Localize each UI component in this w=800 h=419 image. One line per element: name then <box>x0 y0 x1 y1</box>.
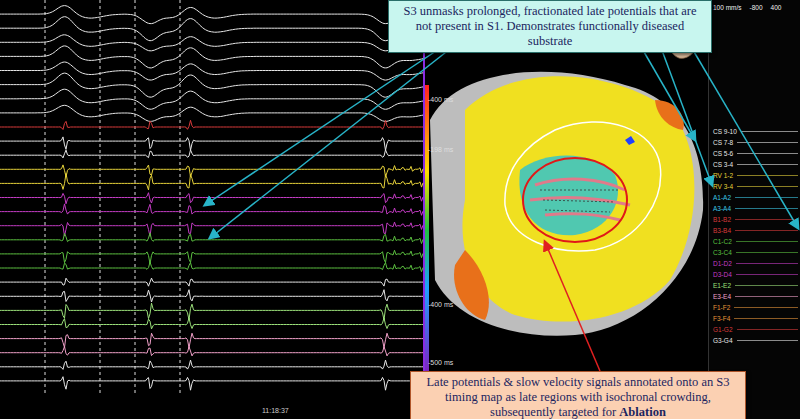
channel-label: D1-D2 <box>713 258 732 269</box>
channel-item: A1-A2 <box>713 192 798 203</box>
trace <box>0 6 423 24</box>
channel-label: CS 3-4 <box>713 159 733 170</box>
header-value: 400 <box>771 4 782 12</box>
callout-text: S3 unmasks prolonged, fractionated late … <box>404 4 697 48</box>
channel-label: E3-E4 <box>713 291 731 302</box>
trace <box>0 318 423 329</box>
trace <box>0 250 423 264</box>
channel-item: C1-C2 <box>713 236 798 247</box>
trace <box>0 222 423 236</box>
channel-item: D1-D2 <box>713 258 798 269</box>
trace <box>0 89 423 109</box>
trace <box>0 360 423 369</box>
channel-label: B3-B4 <box>713 225 731 236</box>
scale-label: -400 ms <box>428 95 453 106</box>
callout: Late potentials & slow velocity signals … <box>410 371 746 419</box>
scale-label: -198 ms <box>428 145 453 156</box>
channel-label: B1-B2 <box>713 214 731 225</box>
channel-label: CS 7-8 <box>713 137 733 148</box>
trace <box>0 137 423 150</box>
channel-item: CS 9-10 <box>713 126 798 137</box>
figure: 11:18:37 -400 ms -198 ms -400 ms -500 ms 10… <box>0 0 800 419</box>
channel-label: RV 3-4 <box>713 181 733 192</box>
channel-label: CS 9-10 <box>713 126 737 137</box>
header-value: 100 mm/s <box>713 4 742 12</box>
channel-label: E1-E2 <box>713 280 731 291</box>
trace <box>0 120 423 129</box>
channel-item: F3-F4 <box>713 313 798 324</box>
header-value: -800 <box>750 4 763 12</box>
channel-item: B3-B4 <box>713 225 798 236</box>
trace <box>0 333 423 348</box>
electrogram-traces <box>0 0 425 419</box>
channel-item: E1-E2 <box>713 280 798 291</box>
channel-item: C3-C4 <box>713 247 798 258</box>
channel-item: CS 5-6 <box>713 148 798 159</box>
channel-label: RV 1-2 <box>713 170 733 181</box>
channel-item: E3-E4 <box>713 291 798 302</box>
trace <box>0 105 423 121</box>
callout: S3 unmasks prolonged, fractionated late … <box>388 0 712 53</box>
time-label: 11:18:37 <box>262 406 289 417</box>
channel-item: RV 3-4 <box>713 181 798 192</box>
callout-text: Late potentials & slow velocity signals … <box>426 375 729 419</box>
scale-label: -400 ms <box>428 300 453 311</box>
trace <box>0 204 423 215</box>
trace <box>0 303 423 320</box>
channel-item: D3-D4 <box>713 269 798 280</box>
channel-item: G1-G2 <box>713 324 798 335</box>
trace <box>0 17 423 41</box>
trace <box>0 193 423 204</box>
channel-label: F3-F4 <box>713 313 730 324</box>
channel-item: CS 7-8 <box>713 137 798 148</box>
trace <box>0 347 423 356</box>
trace <box>0 62 423 80</box>
trace <box>0 165 423 177</box>
electrogram-panel: 11:18:37 <box>0 0 425 419</box>
map-canvas <box>425 0 708 419</box>
channel-label: F1-F2 <box>713 302 730 313</box>
channel-label: A3-A4 <box>713 203 731 214</box>
channel-item: G3-G4 <box>713 335 798 346</box>
channel-item: B1-B2 <box>713 214 798 225</box>
trace <box>0 278 423 286</box>
trace <box>0 290 423 302</box>
trace <box>0 73 423 97</box>
channel-label: G1-G2 <box>713 324 733 335</box>
channel-item: RV 1-2 <box>713 170 798 181</box>
channel-label: D3-D4 <box>713 269 732 280</box>
channel-label: A1-A2 <box>713 192 731 203</box>
trace <box>0 262 423 272</box>
activation-map: -400 ms -198 ms -400 ms -500 ms <box>425 0 708 419</box>
callout-arrows <box>0 0 800 419</box>
trace <box>0 174 423 190</box>
channel-item: F1-F2 <box>713 302 798 313</box>
channel-label: G3-G4 <box>713 335 733 346</box>
channel-list: 100 mm/s -800 400 CS 9-10CS 7-8CS 5-6CS 3-4… <box>708 0 800 419</box>
trace <box>0 46 423 68</box>
channel-item: CS 3-4 <box>713 159 798 170</box>
trace <box>0 35 423 51</box>
channel-header: 100 mm/s -800 400 <box>713 4 798 12</box>
channel-item: A3-A4 <box>713 203 798 214</box>
channel-label: C3-C4 <box>713 247 732 258</box>
channel-label: CS 5-6 <box>713 148 733 159</box>
trace <box>0 150 423 158</box>
trace <box>0 233 423 244</box>
scale-label: -500 ms <box>428 358 453 369</box>
callout-emphasis: Ablation <box>619 405 666 419</box>
ablation-target-outline <box>523 158 627 242</box>
channel-label: C1-C2 <box>713 236 732 247</box>
trace <box>0 377 423 391</box>
